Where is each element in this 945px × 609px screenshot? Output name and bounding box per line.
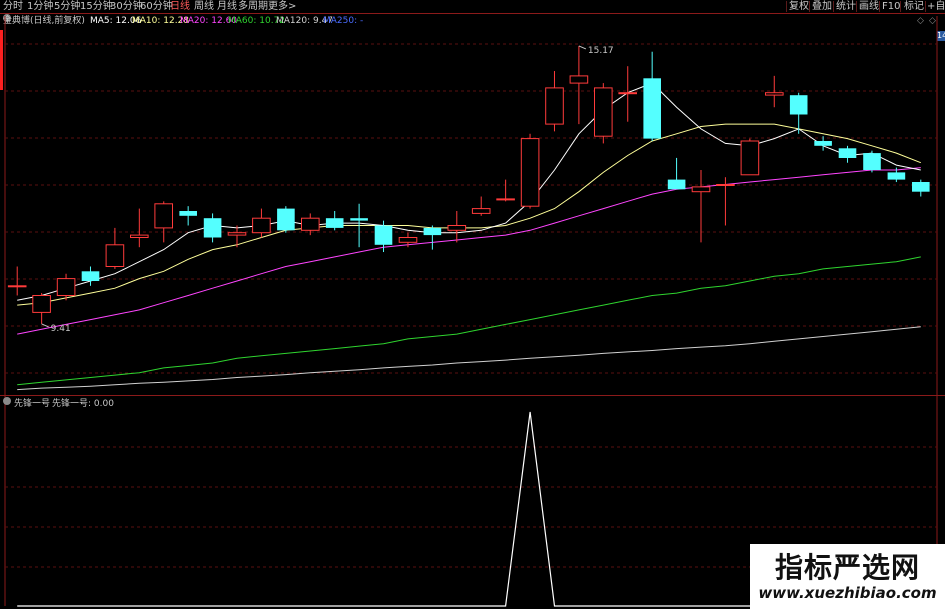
watermark-url: www.xuezhibiao.com xyxy=(758,584,937,602)
ma20-line xyxy=(17,167,921,335)
candle-body xyxy=(32,295,51,313)
candle-body xyxy=(814,141,832,146)
candle-body xyxy=(643,78,661,139)
candle-body xyxy=(277,208,295,231)
candle-body xyxy=(105,244,125,268)
candle-body xyxy=(203,218,222,238)
candle-body xyxy=(765,92,784,96)
candle-body xyxy=(887,172,906,180)
candle-body xyxy=(301,217,320,231)
watermark-banner: 指标严选网 www.xuezhibiao.com xyxy=(750,544,945,609)
red-marker xyxy=(0,30,3,90)
candle-body xyxy=(81,271,100,281)
candle-body xyxy=(667,179,686,190)
candle-body xyxy=(594,87,613,137)
candle-body xyxy=(691,186,711,193)
candle-body xyxy=(374,225,393,245)
candle-body xyxy=(789,95,808,115)
candle-body xyxy=(618,92,638,95)
candle-body xyxy=(7,285,27,288)
candle-body xyxy=(471,208,491,214)
ma10-line xyxy=(17,123,921,306)
candle-body xyxy=(350,218,368,221)
ma120-line xyxy=(17,326,921,391)
candle-body xyxy=(716,184,735,186)
indicator-settings-gear-icon[interactable] xyxy=(3,397,11,405)
candle-body xyxy=(252,217,271,234)
candle-body xyxy=(569,75,589,84)
candle-body xyxy=(496,198,515,201)
candle-body xyxy=(447,225,467,231)
candle-body xyxy=(423,227,442,236)
candle-body xyxy=(227,232,247,236)
candle-body xyxy=(154,203,173,229)
candle-body xyxy=(179,211,197,216)
ma5-line xyxy=(17,82,921,301)
indicator-value: 先锋一号: 0.00 xyxy=(52,399,114,409)
candle-body xyxy=(520,138,540,207)
ma-lines xyxy=(17,82,921,391)
candle-body xyxy=(56,278,76,297)
low-price-label: 9.41 xyxy=(51,324,71,334)
candle-body xyxy=(130,234,149,239)
candle-body xyxy=(838,148,857,158)
candle-body xyxy=(325,218,344,228)
high-price-label: 15.17 xyxy=(588,46,614,56)
high-pointer xyxy=(578,45,587,50)
indicator-name: 先锋一号 xyxy=(14,399,51,409)
candle-body xyxy=(912,182,930,192)
candle-body xyxy=(545,87,564,125)
candle-body xyxy=(398,237,418,243)
ma60-line xyxy=(17,256,921,386)
kline-chart: 15.17 9.41 xyxy=(0,13,945,607)
candle-body xyxy=(740,140,760,176)
candle-body xyxy=(863,153,881,170)
watermark-title: 指标严选网 xyxy=(774,551,920,584)
